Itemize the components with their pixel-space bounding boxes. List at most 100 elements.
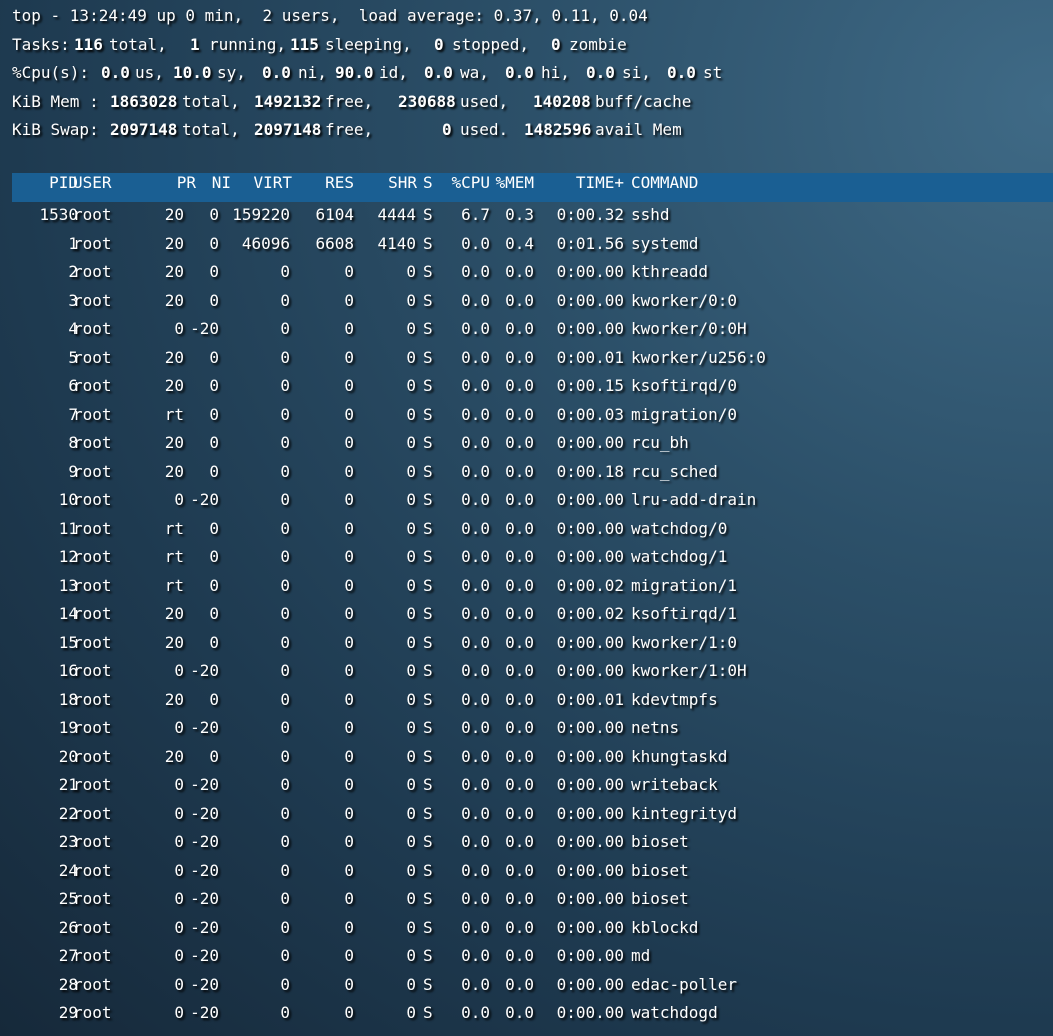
table-row[interactable]: 24 root 0 -20 0 0 0 S 0.0 0.0 0:00.00 bioset (0, 857, 1053, 886)
cell-command: kworker/1:0H (631, 661, 747, 680)
cell-command: migration/0 (631, 404, 737, 424)
cell-pid: 4 (68, 319, 78, 338)
cell-pr: 0 (174, 832, 184, 851)
table-row[interactable]: 14 root 20 0 0 0 0 S 0.0 0.0 0:00.02 ksoftirqd/1 (0, 600, 1053, 629)
cell-cpu: 0.0 (461, 946, 490, 965)
cell-time: 0:00.00 (556, 262, 624, 281)
cell-pr: 0 (174, 661, 184, 680)
table-row[interactable]: 28 root 0 -20 0 0 0 S 0.0 0.0 0:00.00 edac-poller (0, 971, 1053, 1000)
cell-shr: 0 (406, 376, 416, 395)
table-row[interactable]: 5 root 20 0 0 0 0 S 0.0 0.0 0:00.01 kworker/u256:0 (0, 344, 1053, 373)
cell-user: root (73, 547, 112, 566)
cell-user: root (73, 205, 112, 224)
cell-user: root (73, 319, 112, 338)
cell-s: S (423, 319, 433, 338)
cell-time: 0:00.00 (556, 917, 624, 937)
table-row[interactable]: 20 root 20 0 0 0 0 S 0.0 0.0 0:00.00 khungtaskd (0, 743, 1053, 772)
cell-pid: 28 (58, 974, 78, 994)
cell-res: 0 (344, 262, 354, 281)
cell-user: root (73, 376, 112, 395)
col-header-time[interactable]: TIME+ (542, 173, 624, 192)
cell-user: root (73, 290, 112, 310)
cell-mem: 0.0 (505, 461, 534, 481)
cell-virt: 0 (280, 661, 290, 680)
cell-pid: 24 (58, 860, 78, 880)
table-row[interactable]: 4 root 0 -20 0 0 0 S 0.0 0.0 0:00.00 kworker/0:0H (0, 315, 1053, 344)
cell-virt: 0 (280, 547, 290, 566)
cell-virt: 0 (280, 632, 290, 652)
table-row[interactable]: 12 root rt 0 0 0 0 S 0.0 0.0 0:00.00 watchdog/1 (0, 543, 1053, 572)
cell-res: 0 (344, 860, 354, 880)
table-row[interactable]: 10 root 0 -20 0 0 0 S 0.0 0.0 0:00.00 lru-add-drain (0, 486, 1053, 515)
cell-virt: 0 (280, 404, 290, 424)
cell-mem: 0.0 (505, 974, 534, 994)
col-header-virt[interactable]: VIRT (222, 173, 292, 192)
cell-ni: -20 (190, 661, 219, 680)
col-header-cpu[interactable]: %CPU (440, 173, 490, 192)
table-row[interactable]: 19 root 0 -20 0 0 0 S 0.0 0.0 0:00.00 netns (0, 714, 1053, 743)
cell-ni: -20 (190, 974, 219, 994)
table-row[interactable]: 18 root 20 0 0 0 0 S 0.0 0.0 0:00.01 kdevtmpfs (0, 686, 1053, 715)
cell-res: 6608 (315, 233, 354, 253)
table-row[interactable]: 26 root 0 -20 0 0 0 S 0.0 0.0 0:00.00 kblockd (0, 914, 1053, 943)
cell-pr: 0 (174, 946, 184, 965)
cell-user: root (73, 661, 112, 680)
table-row[interactable]: 1 root 20 0 46096 6608 4140 S 0.0 0.4 0:01.56 syste… (0, 230, 1053, 259)
table-row[interactable]: 13 root rt 0 0 0 0 S 0.0 0.0 0:00.02 migration/1 (0, 572, 1053, 601)
tasks-total-label: total, (109, 34, 167, 54)
cell-command: md (631, 946, 651, 965)
col-header-mem[interactable]: %MEM (490, 173, 534, 192)
cell-res: 0 (344, 290, 354, 310)
cell-virt: 0 (280, 461, 290, 481)
cell-mem: 0.0 (505, 404, 534, 424)
cell-shr: 0 (406, 404, 416, 424)
table-row[interactable]: 25 root 0 -20 0 0 0 S 0.0 0.0 0:00.00 bioset (0, 885, 1053, 914)
table-row[interactable]: 29 root 0 -20 0 0 0 S 0.0 0.0 0:00.00 watchdogd (0, 999, 1053, 1028)
cell-ni: -20 (190, 775, 219, 794)
table-row[interactable]: 9 root 20 0 0 0 0 S 0.0 0.0 0:00.18 rcu_sched (0, 458, 1053, 487)
table-row[interactable]: 22 root 0 -20 0 0 0 S 0.0 0.0 0:00.00 kintegrityd (0, 800, 1053, 829)
col-header-user[interactable]: USER (73, 173, 112, 192)
cell-pr: rt (164, 575, 184, 595)
cell-ni: 0 (209, 433, 219, 452)
table-row[interactable]: 3 root 20 0 0 0 0 S 0.0 0.0 0:00.00 kworker/0:0 (0, 287, 1053, 316)
cell-pid: 20 (58, 746, 78, 766)
cell-virt: 0 (280, 889, 290, 908)
col-header-res[interactable]: RES (292, 173, 354, 192)
terminal-window[interactable]: top - 13:24:49 up 0 min, 2 users, load a… (0, 0, 1053, 1036)
cell-command: systemd (631, 233, 699, 253)
cell-ni: -20 (190, 860, 219, 880)
table-row[interactable]: 27 root 0 -20 0 0 0 S 0.0 0.0 0:00.00 md (0, 942, 1053, 971)
table-row[interactable]: 7 root rt 0 0 0 0 S 0.0 0.0 0:00.03 migration/0 (0, 401, 1053, 430)
cell-user: root (73, 946, 112, 965)
cell-shr: 0 (406, 946, 416, 965)
cell-virt: 0 (280, 946, 290, 965)
cell-virt: 0 (280, 575, 290, 595)
col-header-command[interactable]: COMMAND (631, 173, 698, 192)
cell-pid: 25 (58, 889, 78, 908)
table-row[interactable]: 6 root 20 0 0 0 0 S 0.0 0.0 0:00.15 ksoftirqd/0 (0, 372, 1053, 401)
table-row[interactable]: 15 root 20 0 0 0 0 S 0.0 0.0 0:00.00 kworker/1:0 (0, 629, 1053, 658)
table-row[interactable]: 23 root 0 -20 0 0 0 S 0.0 0.0 0:00.00 bioset (0, 828, 1053, 857)
cell-mem: 0.0 (505, 490, 534, 509)
table-row[interactable]: 8 root 20 0 0 0 0 S 0.0 0.0 0:00.00 rcu_bh (0, 429, 1053, 458)
cell-ni: 0 (209, 347, 219, 367)
table-row[interactable]: 21 root 0 -20 0 0 0 S 0.0 0.0 0:00.00 writeback (0, 771, 1053, 800)
cell-time: 0:00.00 (556, 661, 624, 680)
cell-shr: 0 (406, 290, 416, 310)
col-header-s[interactable]: S (423, 173, 433, 192)
col-header-pr[interactable]: PR (132, 173, 196, 192)
table-row[interactable]: 2 root 20 0 0 0 0 S 0.0 0.0 0:00.00 kthreadd (0, 258, 1053, 287)
cpu-us-label: us, (135, 63, 164, 82)
table-row[interactable]: 1530 root 20 0 159220 6104 4444 S 6.7 0.3 0:00.32 s… (0, 201, 1053, 230)
table-row[interactable]: 16 root 0 -20 0 0 0 S 0.0 0.0 0:00.00 kworker/1:0H (0, 657, 1053, 686)
col-header-shr[interactable]: SHR (354, 173, 417, 192)
mem-free-label: free, (325, 91, 374, 111)
col-header-pid[interactable]: PID (10, 173, 78, 192)
cell-user: root (73, 803, 112, 823)
table-row[interactable]: 11 root rt 0 0 0 0 S 0.0 0.0 0:00.00 watchdog/0 (0, 515, 1053, 544)
cell-ni: -20 (190, 1003, 219, 1022)
cell-cpu: 0.0 (461, 718, 490, 737)
cell-res: 0 (344, 490, 354, 509)
cell-command: kworker/1:0 (631, 632, 737, 652)
